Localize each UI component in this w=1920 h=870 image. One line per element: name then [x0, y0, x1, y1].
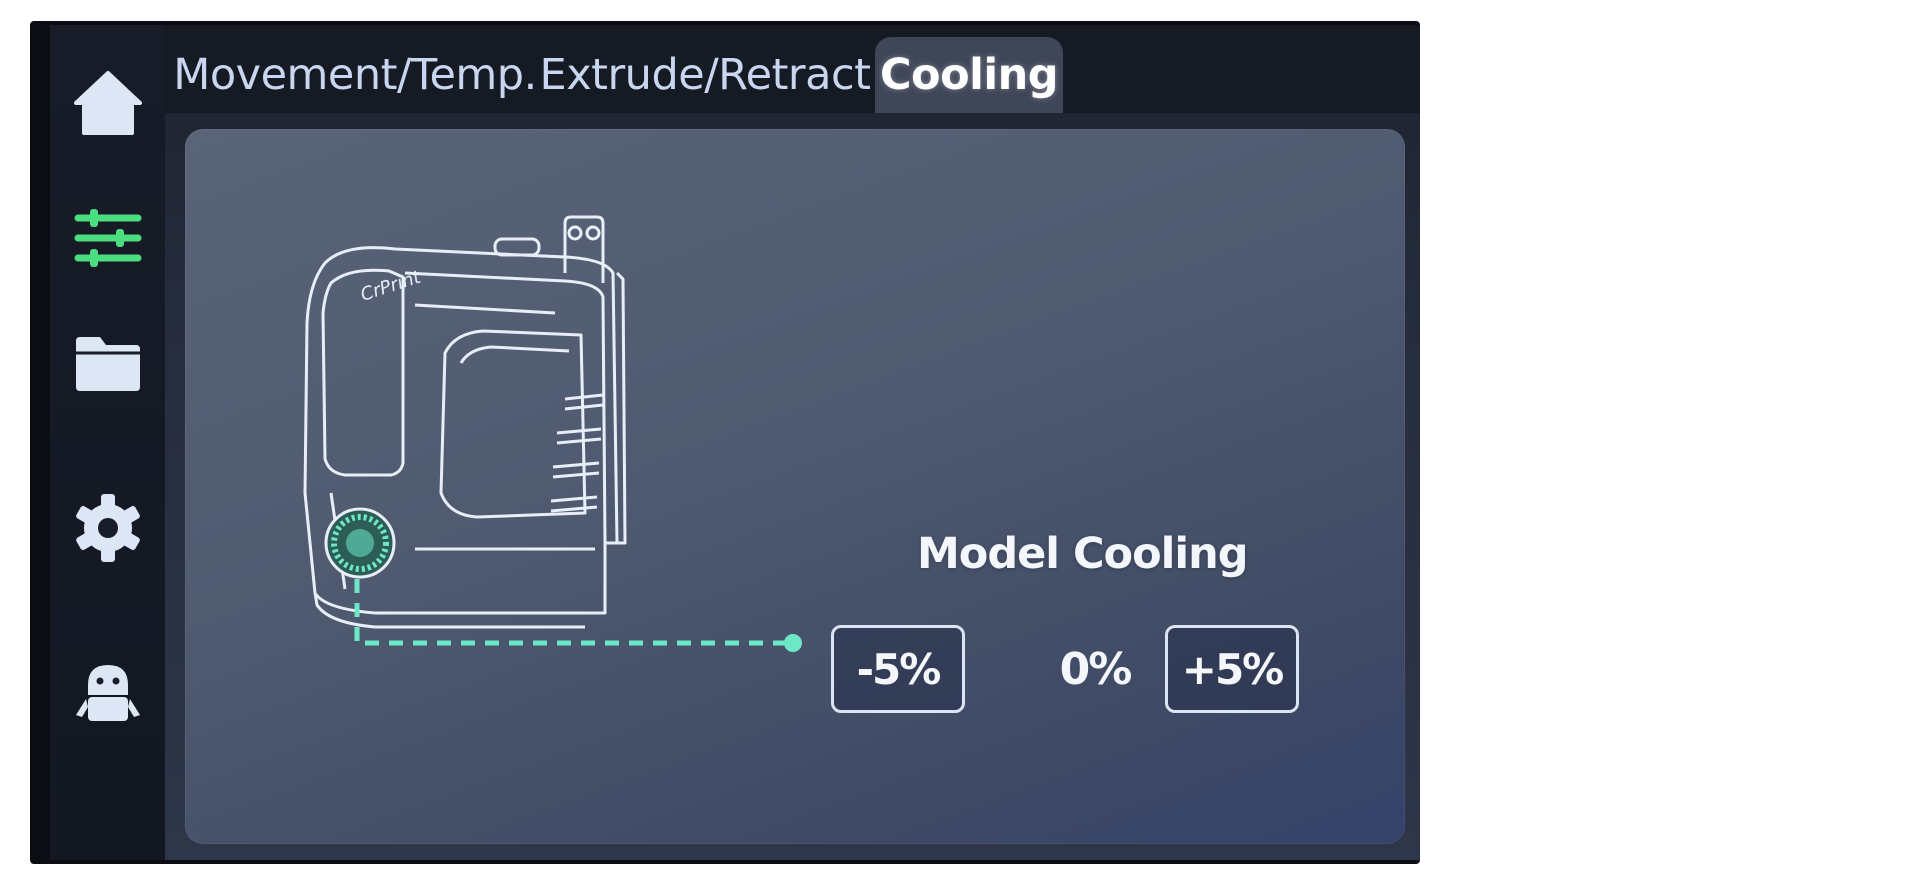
decrease-cooling-button[interactable]: -5%	[831, 625, 965, 713]
printer-display: Movement/Temp. Extrude/Retract Cooling C…	[30, 21, 1420, 864]
tab-bar: Movement/Temp. Extrude/Retract Cooling	[165, 25, 1420, 113]
cooling-panel: CrPrint Model Cooling -5% 0% +5%	[185, 129, 1405, 844]
cooling-value: 0%	[1059, 643, 1133, 695]
robot-icon[interactable]	[70, 655, 146, 731]
sliders-icon[interactable]	[70, 200, 146, 276]
home-icon[interactable]	[70, 65, 146, 141]
increase-cooling-button[interactable]: +5%	[1165, 625, 1299, 713]
tab-cooling[interactable]: Cooling	[875, 37, 1063, 113]
print-head-illustration: CrPrint	[303, 215, 802, 652]
tab-movement-temp[interactable]: Movement/Temp.	[173, 37, 537, 113]
main-screen: Movement/Temp. Extrude/Retract Cooling C…	[165, 25, 1420, 860]
fan-icon	[324, 507, 396, 579]
model-cooling-title: Model Cooling	[917, 529, 1249, 579]
connector-line	[354, 579, 785, 646]
folder-icon[interactable]	[70, 325, 146, 401]
gear-icon[interactable]	[70, 490, 146, 566]
connector-dot	[784, 634, 802, 652]
tab-extrude-retract[interactable]: Extrude/Retract	[540, 37, 871, 113]
sidebar	[50, 25, 165, 860]
